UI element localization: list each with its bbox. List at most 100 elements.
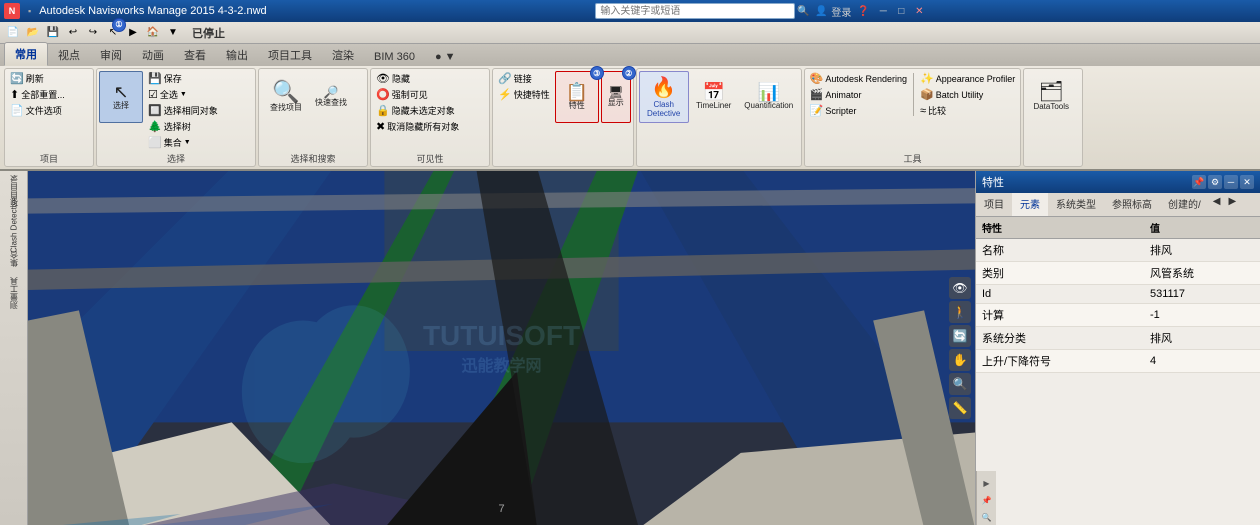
btn-collection[interactable]: ⬜集合▼ [145,135,221,150]
prop-value-2: 风管系统 [1144,262,1260,285]
rs-btn-1[interactable]: ▶ [979,475,995,491]
group-select-content: ↖ 选择 💾保存 ☑全选▼ 🔲选择相同对象 🌲选择树 ⬜集合▼ [99,71,253,164]
tab-home[interactable]: 常用 [4,42,48,66]
btn-reset-all[interactable]: ⬆全部重置... [7,87,68,102]
tab-view[interactable]: 查看 [174,44,216,66]
table-row[interactable]: 计算 -1 [976,304,1260,327]
table-row[interactable]: 名称 排风 [976,239,1260,262]
btn-select-tree[interactable]: 🌲选择树 [145,119,221,134]
tab-review[interactable]: 审阅 [90,44,132,66]
frame-number: 7 [498,503,504,515]
btn-quantification[interactable]: 📊 Quantification [739,71,799,123]
panel-tab-element[interactable]: 元素 [1012,193,1048,216]
btn-appearance-profiler[interactable]: ✨Appearance Profiler [917,71,1018,86]
btn-quick-props[interactable]: ⚡快捷特性 [495,87,553,102]
qa-nav-btn[interactable]: 🏠 [144,24,162,42]
tab-project-tools[interactable]: 项目工具 [258,44,322,66]
ribbon-group-tools1: 🔥 ClashDetective 📅 TimeLiner 📊 Quantific… [636,68,802,167]
ribbon: 常用 视点 审阅 动画 查看 输出 项目工具 渲染 BIM 360 ● ▼ 🔄刷… [0,44,1260,171]
btn-select-all[interactable]: ☑全选▼ [145,87,221,102]
prop-value-1: 排风 [1144,239,1260,262]
rs-btn-2[interactable]: 📌 [979,492,995,508]
ribbon-group-datatools: 🗂 DataTools [1023,68,1083,167]
tab-animation[interactable]: 动画 [132,44,174,66]
table-row[interactable]: 上升/下降符号 4 [976,350,1260,373]
sidebar-item-clash-detective[interactable]: Clash Detective [2,213,26,237]
panel-tab-created[interactable]: 创建的/ [1160,193,1209,216]
panel-tab-item[interactable]: 项目 [976,193,1012,216]
tab-viewpoint[interactable]: 视点 [48,44,90,66]
group-datatools-content: 🗂 DataTools [1026,71,1080,137]
viewport[interactable]: TUTUISOFT 迅能教学网 👁 🚶 🔄 ✋ 🔍 📏 7 [28,171,975,525]
minimize-btn[interactable]: ─ [875,3,891,19]
qa-select-btn[interactable]: ↖ ① [104,24,122,42]
search-icon[interactable]: 🔍 [795,3,811,19]
panel-settings-btn[interactable]: ⚙ [1208,175,1222,189]
vp-orbit-btn[interactable]: 🔄 [949,325,971,347]
panel-tab-nav-next[interactable]: ▶ [1224,193,1240,216]
btn-quick-find[interactable]: 🔎 快速查找 [313,71,349,123]
panel-close-btn[interactable]: ✕ [1240,175,1254,189]
panel-minimize-btn[interactable]: ─ [1224,175,1238,189]
btn-properties[interactable]: 📋 特性 ③ [555,71,599,123]
btn-unhide-all[interactable]: ✖取消隐藏所有对象 [373,119,462,134]
vp-measure-btn[interactable]: 📏 [949,397,971,419]
qa-play-btn[interactable]: ▶ [124,24,142,42]
rs-btn-3[interactable]: 🔍 [979,509,995,525]
panel-pin-btn[interactable]: 📌 [1192,175,1206,189]
login-text[interactable]: 登录 [831,3,851,19]
btn-batch-utility[interactable]: 📦Batch Utility [917,87,1018,102]
table-row[interactable]: Id 531117 [976,285,1260,304]
btn-datatools[interactable]: 🗂 DataTools [1026,71,1076,123]
group-visibility-content: 👁隐藏 ⭕强制可见 🔒隐藏未选定对象 ✖取消隐藏所有对象 [373,71,487,148]
btn-hide[interactable]: 👁隐藏 [373,71,462,86]
vp-walk-btn[interactable]: 🚶 [949,301,971,323]
prop-name-4: 计算 [976,304,1144,327]
qa-more-btn[interactable]: ▼ [164,24,182,42]
sidebar-item-measure[interactable]: 测量工具 [2,281,26,305]
qa-save-btn[interactable]: 💾 [44,24,62,42]
tab-more[interactable]: ● ▼ [425,48,466,66]
vp-look-btn[interactable]: 👁 [949,277,971,299]
btn-timeliner[interactable]: 📅 TimeLiner [691,71,737,123]
btn-hide-unselected[interactable]: 🔒隐藏未选定对象 [373,103,462,118]
user-icon[interactable]: 👤 [813,3,829,19]
btn-autodesk-rendering[interactable]: 🎨Autodesk Rendering [807,71,910,86]
panel-tab-nav-prev[interactable]: ◀ [1209,193,1225,216]
ribbon-group-project: 🔄刷新 ⬆全部重置... 📄文件选项 项目 [4,68,94,167]
btn-compare[interactable]: ≈比较 [917,103,1018,118]
annotation-1: ① [112,18,126,32]
btn-refresh[interactable]: 🔄刷新 [7,71,68,86]
vp-zoom-btn[interactable]: 🔍 [949,373,971,395]
btn-select[interactable]: ↖ 选择 [99,71,143,123]
btn-link[interactable]: 🔗链接 [495,71,553,86]
close-btn[interactable]: ✕ [911,3,927,19]
btn-force-visible[interactable]: ⭕强制可见 [373,87,462,102]
search-input[interactable] [595,3,795,19]
tab-bim360[interactable]: BIM 360 [364,48,425,66]
btn-select-same[interactable]: 🔲选择相同对象 [145,103,221,118]
qa-undo-btn[interactable]: ↩ [64,24,82,42]
btn-animator[interactable]: 🎬Animator [807,87,910,102]
table-row[interactable]: 类别 风管系统 [976,262,1260,285]
btn-save[interactable]: 💾保存 [145,71,221,86]
panel-tab-system-type[interactable]: 系统类型 [1048,193,1104,216]
qa-redo-btn[interactable]: ↪ [84,24,102,42]
tab-render[interactable]: 渲染 [322,44,364,66]
btn-file-options[interactable]: 📄文件选项 [7,103,68,118]
btn-find-items[interactable]: 🔍 查找项目 [261,71,311,123]
btn-scripter[interactable]: 📝Scripter [807,103,910,118]
btn-clash-detective[interactable]: 🔥 ClashDetective [639,71,689,123]
qa-open-btn[interactable]: 📂 [24,24,42,42]
maximize-btn[interactable]: □ [893,3,909,19]
qa-new-btn[interactable]: 📄 [4,24,22,42]
btn-display[interactable]: 🖥 显示 ② [601,71,631,123]
table-row[interactable]: 系统分类 排风 [976,327,1260,350]
tab-output[interactable]: 输出 [216,44,258,66]
col-header-property: 特性 [976,217,1144,239]
sidebar-item-collections[interactable]: 集合 [2,247,26,271]
panel-tab-ref-level[interactable]: 参照标高 [1104,193,1160,216]
help-btn[interactable]: ❓ [853,3,873,19]
vp-pan-btn[interactable]: ✋ [949,349,971,371]
file-menu-btn[interactable]: ▪ [24,6,35,16]
